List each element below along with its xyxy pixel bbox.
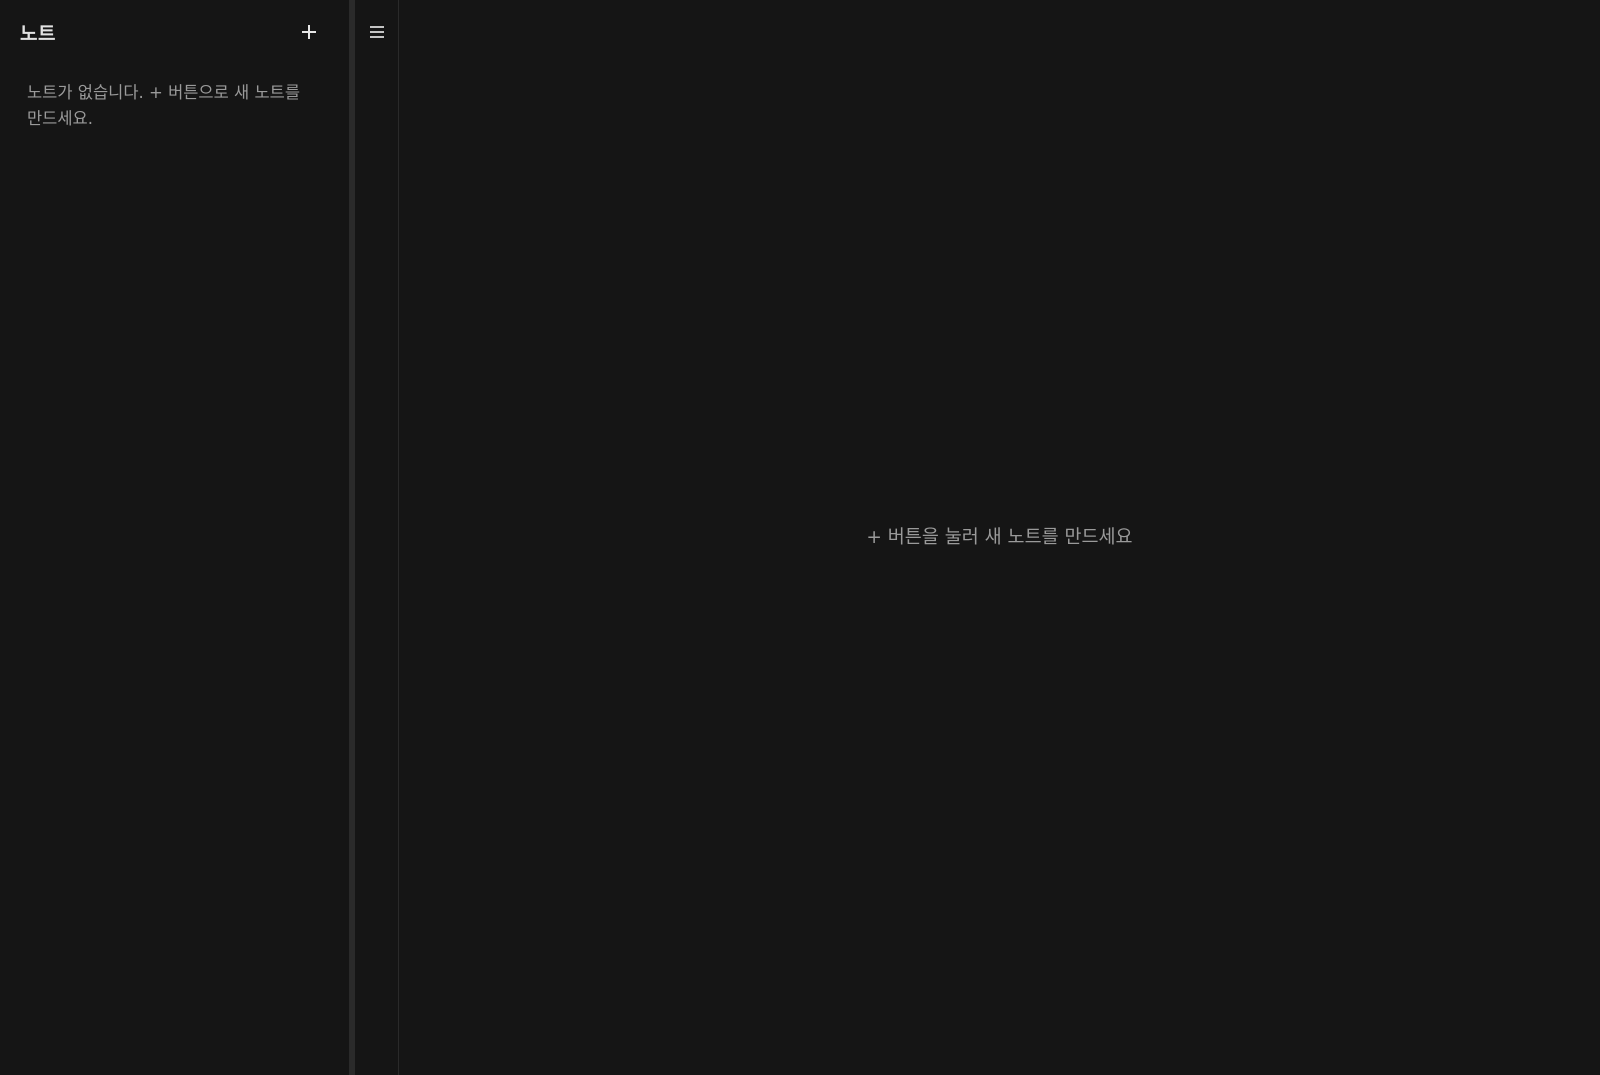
plus-icon xyxy=(302,25,316,39)
notes-sidebar: 노트 노트가 없습니다. + 버튼으로 새 노트를 만드세요. xyxy=(0,0,349,1075)
empty-notes-message: 노트가 없습니다. + 버튼으로 새 노트를 만드세요. xyxy=(27,83,300,128)
hamburger-menu-icon xyxy=(369,26,384,38)
sidebar-title: 노트 xyxy=(20,22,56,45)
app-window: 노트 노트가 없습니다. + 버튼으로 새 노트를 만드세요. + 버튼을 눌러… xyxy=(0,0,1600,1075)
sidebar-header: 노트 xyxy=(0,0,349,64)
toolbar-rail xyxy=(355,0,399,1075)
editor-area: + 버튼을 눌러 새 노트를 만드세요 xyxy=(399,0,1600,1075)
editor-empty-message: + 버튼을 눌러 새 노트를 만드세요 xyxy=(866,527,1133,548)
add-note-button[interactable] xyxy=(295,18,323,46)
menu-toggle-button[interactable] xyxy=(365,20,389,44)
